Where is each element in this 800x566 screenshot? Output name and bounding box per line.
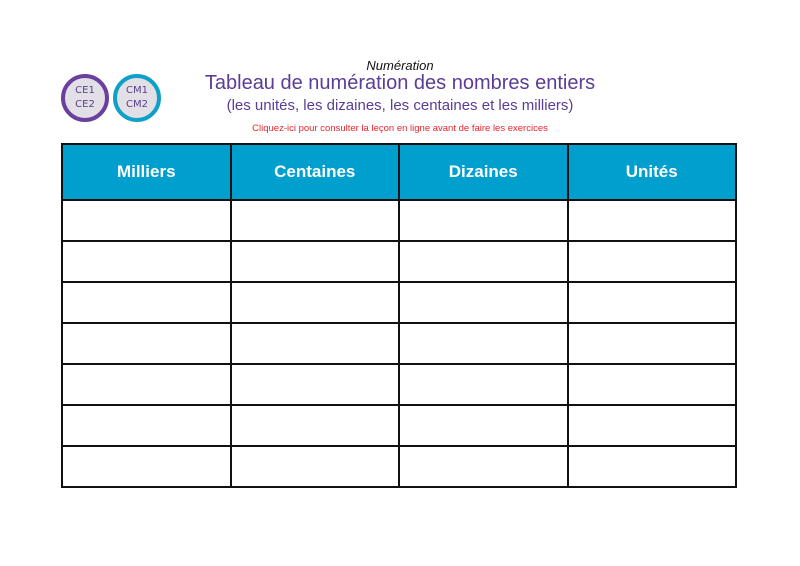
table-cell[interactable] (566, 322, 737, 365)
table-row (61, 322, 737, 365)
subject-label: Numération (366, 58, 434, 73)
table-cell[interactable] (398, 363, 569, 406)
table-row (61, 363, 737, 406)
table-row (61, 404, 737, 447)
table-cell[interactable] (398, 281, 569, 324)
table-cell[interactable] (229, 404, 400, 447)
table-row (61, 281, 737, 324)
table-cell[interactable] (61, 322, 232, 365)
table-cell[interactable] (566, 404, 737, 447)
table-cell[interactable] (566, 240, 737, 283)
table-cell[interactable] (61, 404, 232, 447)
table-cell[interactable] (61, 445, 232, 488)
table-cell[interactable] (398, 240, 569, 283)
table-cell[interactable] (566, 363, 737, 406)
table-cell[interactable] (61, 199, 232, 242)
table-header-row: Milliers Centaines Dizaines Unités (61, 143, 737, 201)
table-row (61, 199, 737, 242)
table-row (61, 240, 737, 283)
page-subtitle: (les unités, les dizaines, les centaines… (226, 97, 574, 114)
table-cell[interactable] (229, 363, 400, 406)
table-cell[interactable] (61, 281, 232, 324)
table-cell[interactable] (398, 404, 569, 447)
column-header-unites: Unités (566, 143, 737, 201)
table-cell[interactable] (229, 445, 400, 488)
column-header-milliers: Milliers (61, 143, 232, 201)
table-cell[interactable] (398, 199, 569, 242)
table-cell[interactable] (398, 322, 569, 365)
table-cell[interactable] (229, 199, 400, 242)
column-header-dizaines: Dizaines (398, 143, 569, 201)
table-cell[interactable] (566, 445, 737, 488)
table-cell[interactable] (566, 199, 737, 242)
table-row (61, 445, 737, 488)
page-title: Tableau de numération des nombres entier… (204, 72, 596, 94)
numeration-table: Milliers Centaines Dizaines Unités (61, 143, 737, 488)
table-cell[interactable] (61, 363, 232, 406)
table-cell[interactable] (229, 281, 400, 324)
lesson-link[interactable]: Cliquez-ici pour consulter la leçon en l… (0, 123, 800, 134)
column-header-centaines: Centaines (229, 143, 400, 201)
table-cell[interactable] (229, 322, 400, 365)
table-cell[interactable] (61, 240, 232, 283)
table-cell[interactable] (566, 281, 737, 324)
table-cell[interactable] (398, 445, 569, 488)
table-cell[interactable] (229, 240, 400, 283)
